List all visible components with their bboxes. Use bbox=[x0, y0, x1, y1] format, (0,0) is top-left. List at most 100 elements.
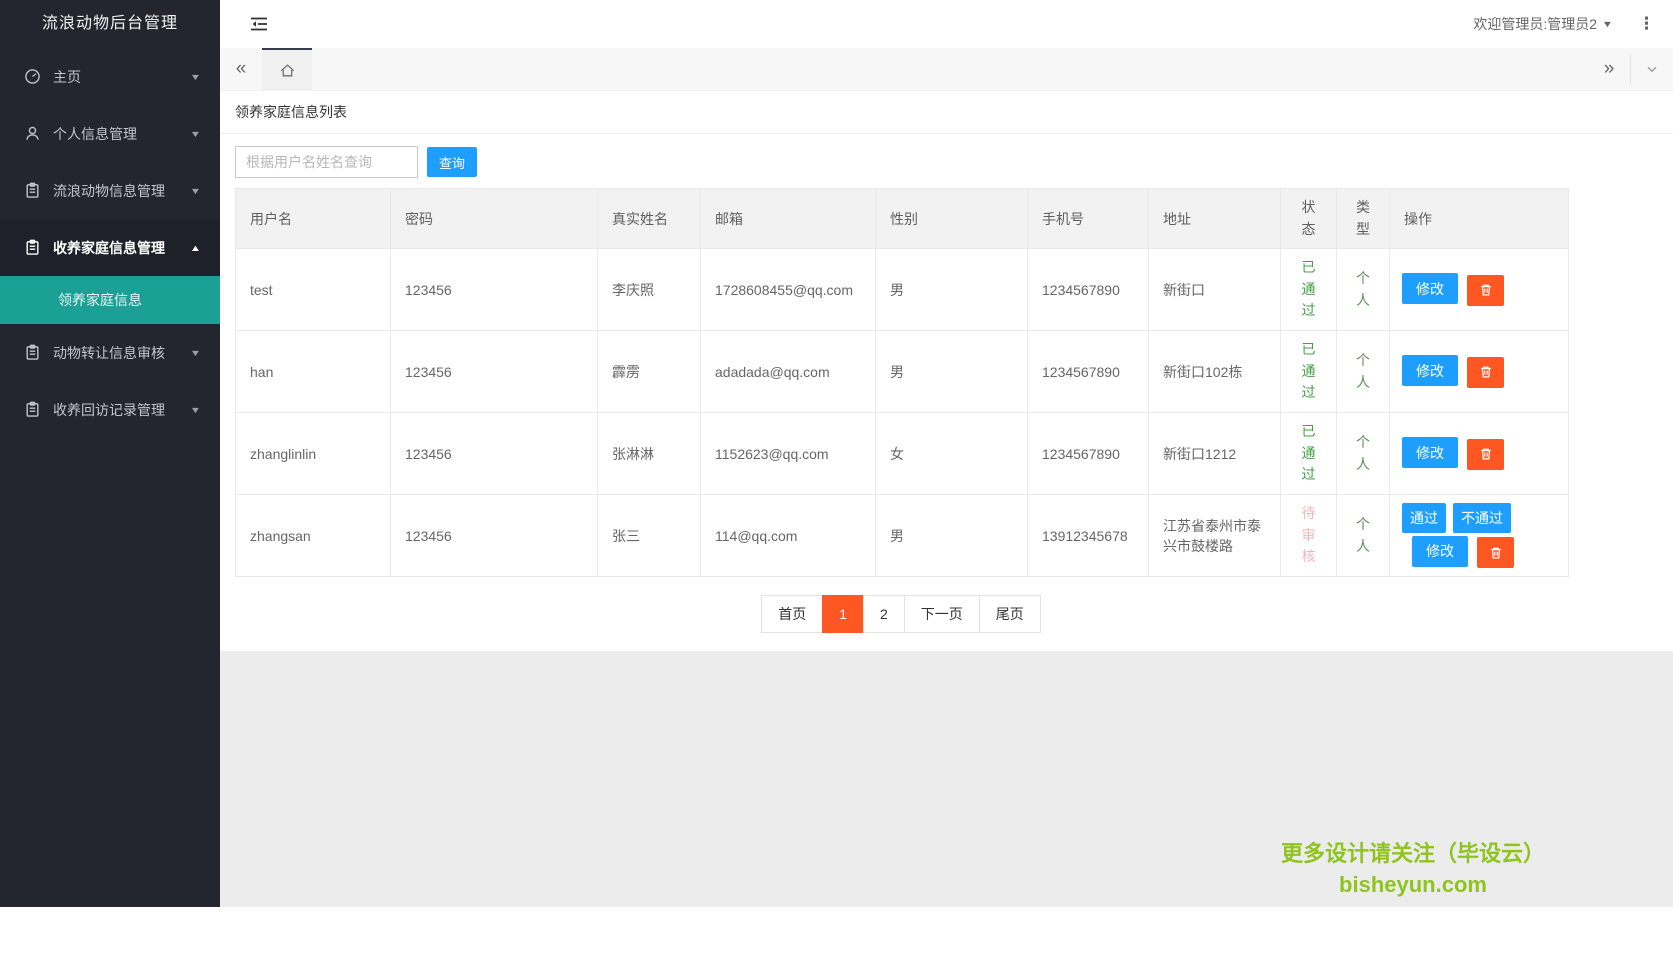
table-row: test 123456 李庆照 1728608455@qq.com 男 1234… bbox=[236, 249, 1569, 331]
cell-realname: 张三 bbox=[598, 495, 701, 577]
chevron-down-icon: ▼ bbox=[190, 348, 202, 358]
watermark-line2: bisheyun.com bbox=[1281, 870, 1545, 901]
cell-username: zhangsan bbox=[236, 495, 391, 577]
search-bar: 查询 bbox=[235, 146, 1658, 178]
sidebar-subitem-label: 领养家庭信息 bbox=[58, 292, 142, 308]
col-address: 地址 bbox=[1149, 189, 1281, 249]
cell-type: 个人 bbox=[1337, 413, 1390, 495]
kebab-menu-icon[interactable]: ⋮ bbox=[1630, 14, 1663, 34]
tab-options-icon[interactable] bbox=[1631, 48, 1673, 90]
sidebar-item-adoption-family-mgmt[interactable]: 收养家庭信息管理 ▲ bbox=[0, 219, 220, 276]
col-type: 类型 bbox=[1337, 189, 1390, 249]
bottom-strip bbox=[220, 907, 1673, 968]
cell-email: adadada@qq.com bbox=[701, 331, 876, 413]
trash-icon bbox=[1489, 546, 1503, 560]
cell-actions: 修改 bbox=[1390, 413, 1569, 495]
trash-icon bbox=[1479, 447, 1493, 461]
watermark-line1: 更多设计请关注（毕设云） bbox=[1281, 839, 1545, 870]
welcome-text: 欢迎管理员:管理员2 bbox=[1473, 14, 1597, 34]
cell-type: 个人 bbox=[1337, 249, 1390, 331]
cell-address: 新街口1212 bbox=[1149, 413, 1281, 495]
pagination-next[interactable]: 下一页 bbox=[904, 595, 980, 633]
pagination-page-1[interactable]: 1 bbox=[822, 595, 864, 633]
search-input[interactable] bbox=[235, 146, 418, 178]
delete-button[interactable] bbox=[1467, 275, 1504, 306]
cell-username: zhanglinlin bbox=[236, 413, 391, 495]
cell-status: 待审核 bbox=[1281, 495, 1337, 577]
pagination-page-2[interactable]: 2 bbox=[863, 595, 905, 633]
app-root: 流浪动物后台管理 主页 ▼ 个人信息管理 ▼ bbox=[0, 0, 1673, 968]
sidebar-item-label: 流浪动物信息管理 bbox=[53, 181, 191, 201]
type-badge: 个人 bbox=[1356, 350, 1371, 393]
collapse-sidebar-icon[interactable] bbox=[248, 13, 270, 35]
delete-button[interactable] bbox=[1467, 357, 1504, 388]
type-badge: 个人 bbox=[1356, 432, 1371, 475]
welcome-dropdown[interactable]: 欢迎管理员:管理员2 ▼ bbox=[1473, 14, 1612, 34]
cell-gender: 女 bbox=[876, 413, 1028, 495]
type-badge: 个人 bbox=[1356, 514, 1371, 557]
col-phone: 手机号 bbox=[1028, 189, 1149, 249]
sidebar-item-animal-transfer-review[interactable]: 动物转让信息审核 ▼ bbox=[0, 324, 220, 381]
sidebar-item-label: 收养家庭信息管理 bbox=[53, 238, 191, 258]
sidebar: 流浪动物后台管理 主页 ▼ 个人信息管理 ▼ bbox=[0, 0, 220, 968]
cell-password: 123456 bbox=[391, 249, 598, 331]
delete-button[interactable] bbox=[1477, 537, 1514, 568]
cell-phone: 13912345678 bbox=[1028, 495, 1149, 577]
tabbar-spacer bbox=[312, 48, 1588, 90]
cell-password: 123456 bbox=[391, 495, 598, 577]
status-badge: 已通过 bbox=[1301, 257, 1316, 322]
delete-button[interactable] bbox=[1467, 439, 1504, 470]
sidebar-item-personal-info[interactable]: 个人信息管理 ▼ bbox=[0, 105, 220, 162]
chevron-up-icon: ▲ bbox=[190, 243, 202, 253]
sidebar-item-followup-records[interactable]: 收养回访记录管理 ▼ bbox=[0, 381, 220, 438]
table-row: han 123456 霹雳 adadada@qq.com 男 123456789… bbox=[236, 331, 1569, 413]
cell-realname: 李庆照 bbox=[598, 249, 701, 331]
approve-button[interactable]: 通过 bbox=[1402, 503, 1446, 533]
cell-phone: 1234567890 bbox=[1028, 331, 1149, 413]
modify-button[interactable]: 修改 bbox=[1402, 273, 1458, 304]
search-button[interactable]: 查询 bbox=[427, 147, 477, 177]
cell-type: 个人 bbox=[1337, 495, 1390, 577]
tabs-scroll-left-icon[interactable]: « bbox=[220, 48, 262, 90]
table-row: zhangsan 123456 张三 114@qq.com 男 13912345… bbox=[236, 495, 1569, 577]
sidebar-subitem-adoption-family-info[interactable]: 领养家庭信息 bbox=[0, 276, 220, 324]
status-badge: 已通过 bbox=[1301, 339, 1316, 404]
adoption-family-table: 用户名 密码 真实姓名 邮箱 性别 手机号 地址 状态 类型 操作 bbox=[235, 188, 1569, 577]
main-area: 欢迎管理员:管理员2 ▼ ⋮ « » 领养家庭信息列表 bbox=[220, 0, 1673, 968]
modify-button[interactable]: 修改 bbox=[1402, 437, 1458, 468]
content-background: 更多设计请关注（毕设云） bisheyun.com bbox=[220, 651, 1673, 907]
cell-realname: 霹雳 bbox=[598, 331, 701, 413]
cell-actions: 通过不通过 修改 bbox=[1390, 495, 1569, 577]
cell-email: 1152623@qq.com bbox=[701, 413, 876, 495]
pagination-last[interactable]: 尾页 bbox=[979, 595, 1041, 633]
clipboard-icon bbox=[24, 401, 41, 418]
chevron-down-icon: ▼ bbox=[190, 72, 202, 82]
type-badge: 个人 bbox=[1356, 268, 1371, 311]
tabs-scroll-right-icon[interactable]: » bbox=[1588, 48, 1630, 90]
sidebar-item-stray-animal-info[interactable]: 流浪动物信息管理 ▼ bbox=[0, 162, 220, 219]
cell-realname: 张淋淋 bbox=[598, 413, 701, 495]
col-username: 用户名 bbox=[236, 189, 391, 249]
tab-home[interactable] bbox=[262, 48, 312, 90]
modify-button[interactable]: 修改 bbox=[1402, 355, 1458, 386]
table-row: zhanglinlin 123456 张淋淋 1152623@qq.com 女 … bbox=[236, 413, 1569, 495]
caret-down-icon: ▼ bbox=[1602, 19, 1614, 29]
col-realname: 真实姓名 bbox=[598, 189, 701, 249]
cell-gender: 男 bbox=[876, 249, 1028, 331]
col-actions: 操作 bbox=[1390, 189, 1569, 249]
pagination-first[interactable]: 首页 bbox=[761, 595, 823, 633]
cell-phone: 1234567890 bbox=[1028, 413, 1149, 495]
col-gender: 性别 bbox=[876, 189, 1028, 249]
sidebar-item-home[interactable]: 主页 ▼ bbox=[0, 48, 220, 105]
clipboard-icon bbox=[24, 182, 41, 199]
cell-status: 已通过 bbox=[1281, 331, 1337, 413]
gauge-icon bbox=[24, 68, 41, 85]
cell-phone: 1234567890 bbox=[1028, 249, 1149, 331]
modify-button[interactable]: 修改 bbox=[1412, 536, 1468, 567]
table-header-row: 用户名 密码 真实姓名 邮箱 性别 手机号 地址 状态 类型 操作 bbox=[236, 189, 1569, 249]
topbar: 欢迎管理员:管理员2 ▼ ⋮ bbox=[220, 0, 1673, 48]
cell-password: 123456 bbox=[391, 331, 598, 413]
trash-icon bbox=[1479, 365, 1493, 379]
cell-gender: 男 bbox=[876, 331, 1028, 413]
reject-button[interactable]: 不通过 bbox=[1453, 503, 1511, 533]
